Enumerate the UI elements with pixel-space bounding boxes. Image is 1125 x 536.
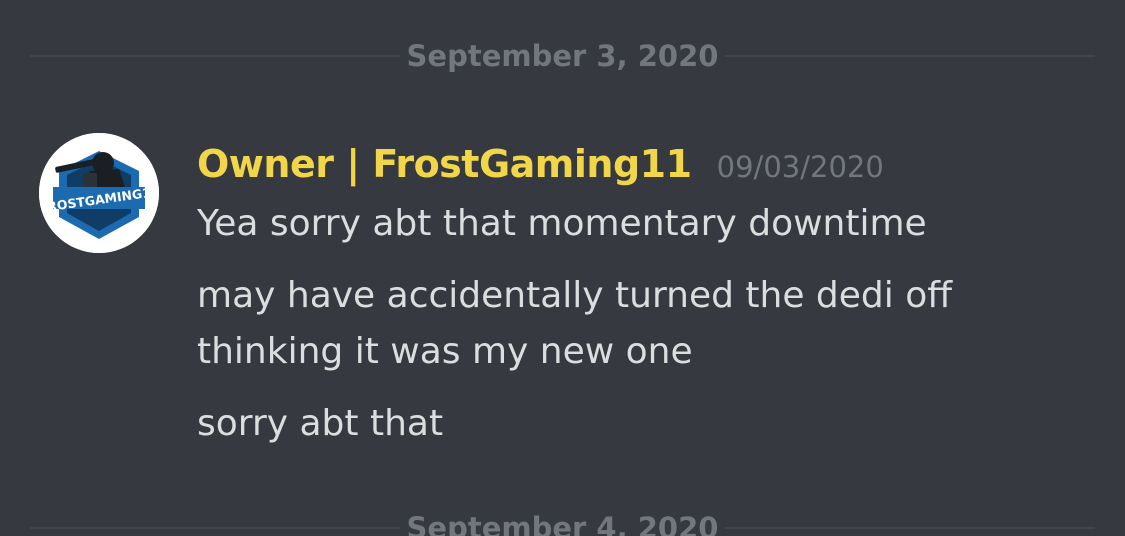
message-line: sorry abt that [197, 403, 444, 444]
message-line: thinking it was my new one [197, 331, 693, 372]
username[interactable]: Owner | FrostGaming11 [197, 142, 692, 186]
soldier-logo-icon: FROSTGAMING11 [39, 133, 159, 253]
divider-line [725, 55, 1095, 57]
message-line: Yea sorry abt that momentary downtime [197, 203, 927, 244]
date-divider: September 3, 2020 [30, 36, 1095, 76]
message-line: may have accidentally turned the dedi of… [197, 275, 953, 316]
divider-line [725, 527, 1095, 529]
date-divider: September 4, 2020 [30, 508, 1095, 536]
date-divider-label: September 3, 2020 [406, 39, 719, 73]
avatar[interactable]: FROSTGAMING11 [39, 133, 159, 253]
message-header: Owner | FrostGaming11 09/03/2020 [197, 142, 884, 186]
chat-messages-pane[interactable]: September 3, 2020 FROSTGAMING11 Owner | … [0, 0, 1125, 536]
timestamp[interactable]: 09/03/2020 [717, 150, 884, 184]
date-divider-label: September 4, 2020 [406, 511, 719, 536]
divider-line [30, 527, 400, 529]
divider-line [30, 55, 400, 57]
